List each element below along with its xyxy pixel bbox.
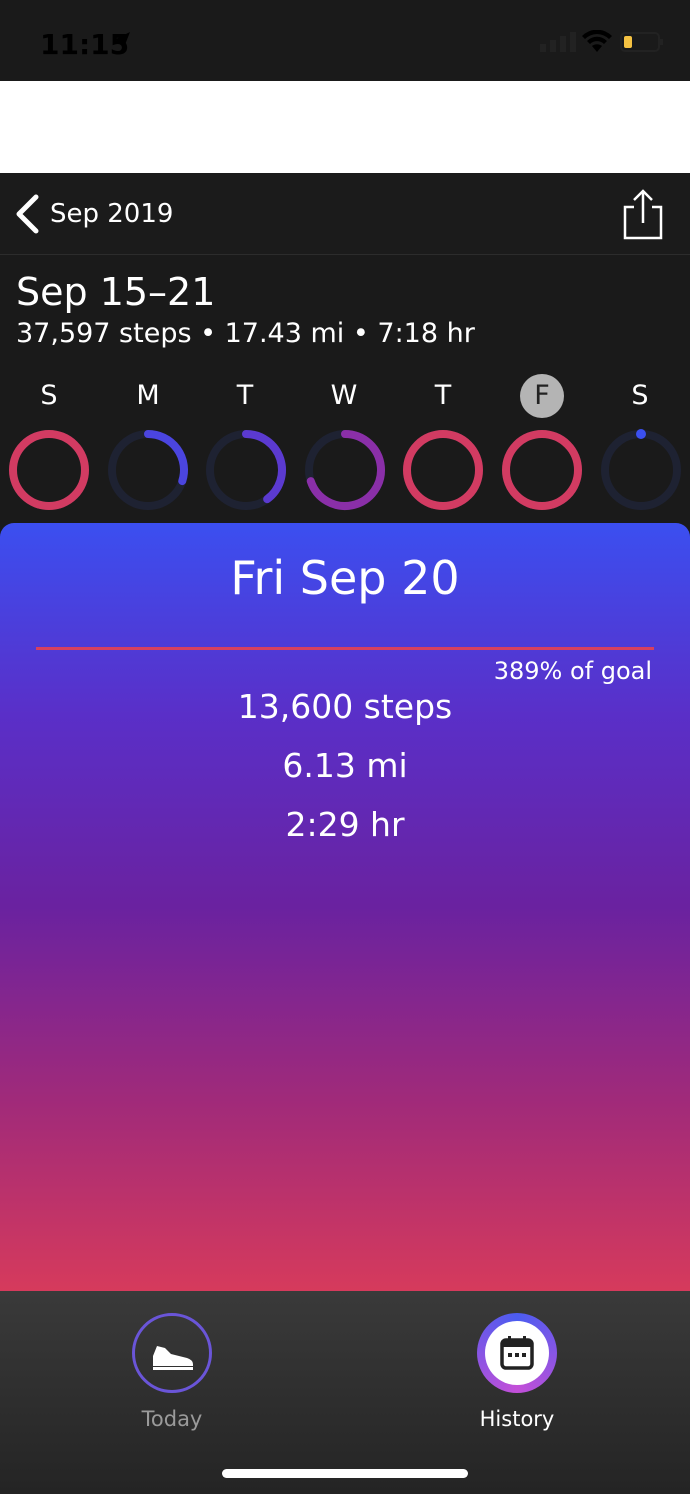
goal-percentage: 389% of goal	[493, 657, 652, 685]
day-ring-mon[interactable]	[106, 428, 190, 512]
tab-history-circle	[477, 1313, 557, 1393]
day-letter-sat[interactable]: S	[610, 380, 670, 411]
cellular-signal-icon	[540, 32, 576, 52]
day-letter-tue[interactable]: T	[215, 380, 275, 411]
day-ring-thu[interactable]	[401, 428, 485, 512]
chevron-left-icon	[16, 194, 39, 234]
day-detail-title: Fri Sep 20	[230, 551, 460, 605]
goal-progress-line	[36, 647, 654, 650]
location-arrow-icon	[114, 32, 130, 50]
wifi-icon	[582, 30, 612, 52]
sneaker-icon	[153, 1346, 193, 1370]
back-button-label: Sep 2019	[50, 199, 174, 229]
header-blank-area	[0, 81, 690, 173]
day-letter-fri[interactable]: F	[512, 374, 572, 418]
ring-progress	[502, 430, 582, 510]
day-duration: 2:29 hr	[285, 805, 405, 844]
day-ring-sat[interactable]	[599, 428, 683, 512]
ring-progress	[144, 430, 188, 486]
ring-progress	[242, 430, 286, 504]
day-ring-fri[interactable]	[500, 428, 584, 512]
home-indicator	[222, 1469, 468, 1478]
day-letter-mon[interactable]: M	[118, 380, 178, 411]
status-bar: 11:15	[0, 0, 690, 81]
calendar-icon	[500, 1336, 534, 1370]
day-ring-tue[interactable]	[204, 428, 288, 512]
navigation-bar: Sep 2019	[0, 173, 690, 255]
share-icon[interactable]	[622, 189, 664, 241]
ring-progress	[403, 430, 483, 510]
back-button[interactable]: Sep 2019	[14, 193, 173, 235]
ring-track	[601, 430, 681, 510]
tab-history[interactable]: History	[457, 1313, 577, 1431]
week-title: Sep 15–21	[16, 270, 216, 314]
day-letter-wed[interactable]: W	[314, 380, 374, 411]
tab-today[interactable]: Today	[112, 1313, 232, 1431]
day-ring-wed[interactable]	[303, 428, 387, 512]
day-distance: 6.13 mi	[282, 746, 408, 785]
day-detail-panel: Fri Sep 20 389% of goal 13,600 steps 6.1…	[0, 523, 690, 1291]
day-steps: 13,600 steps	[237, 687, 453, 726]
day-letter-thu[interactable]: T	[413, 380, 473, 411]
tab-today-circle	[132, 1313, 212, 1393]
tab-bar: Today History	[0, 1291, 690, 1494]
day-letter-sun[interactable]: S	[19, 380, 79, 411]
ring-progress	[9, 430, 89, 510]
tab-history-label: History	[479, 1407, 555, 1431]
week-summary: 37,597 steps • 17.43 mi • 7:18 hr	[16, 318, 475, 349]
day-ring-sun[interactable]	[7, 428, 91, 512]
ring-progress	[636, 429, 646, 439]
tab-today-label: Today	[141, 1407, 203, 1431]
battery-icon	[620, 32, 663, 52]
